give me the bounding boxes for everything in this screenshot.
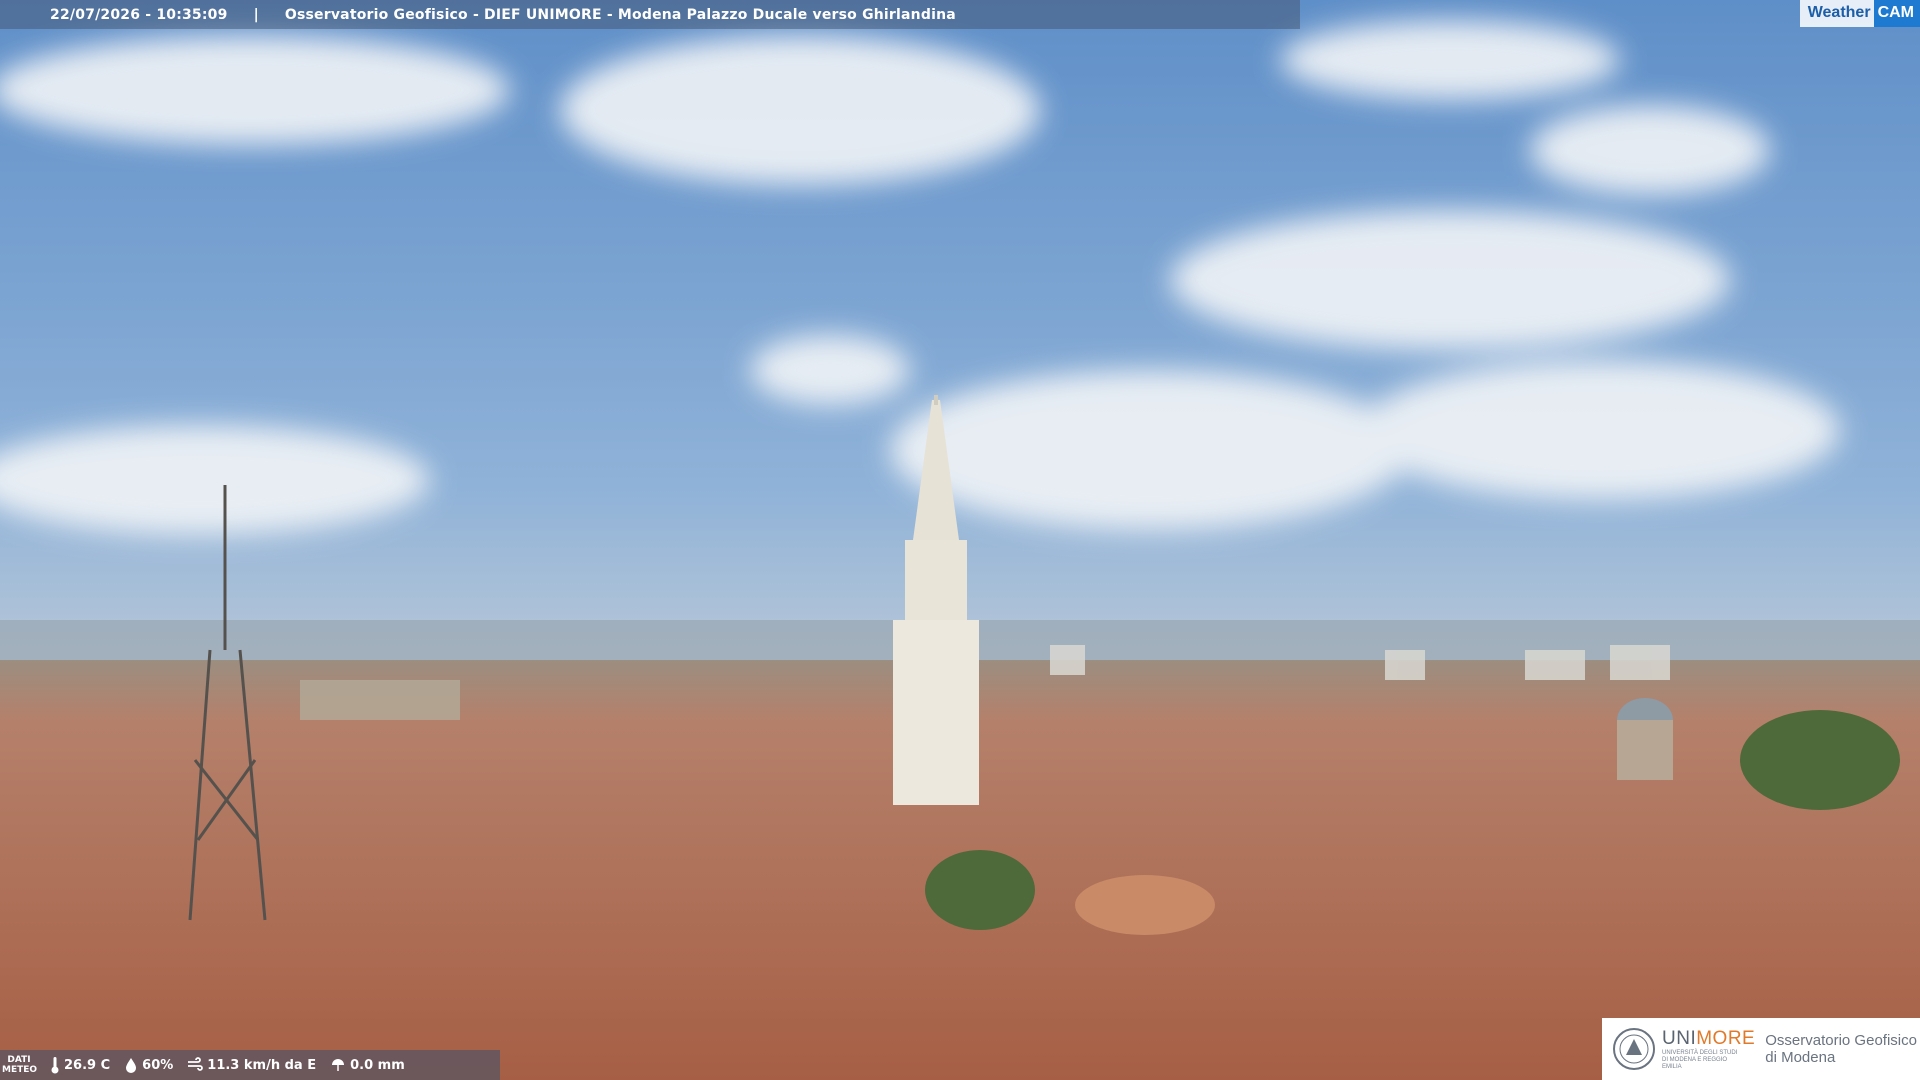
unimore-wordmark: UNIMORE UNIVERSITÀ DEGLI STUDI DI MODENA… (1662, 1028, 1755, 1071)
dome (1617, 698, 1673, 780)
rotunda (1075, 875, 1215, 935)
cam-wordmark: CAM (1873, 0, 1920, 27)
uni-suffix: MORE (1696, 1027, 1756, 1049)
temperature-reading: 26.9 C (50, 1056, 110, 1074)
camera-title: Osservatorio Geofisico - DIEF UNIMORE - … (284, 6, 956, 23)
timestamp: 22/07/2026 - 10:35:09 (50, 6, 228, 23)
weather-data-bar: DATI METEO 26.9 C 60% 11.3 km/h da E 0.0… (0, 1050, 500, 1080)
weathercam-logo[interactable]: Weather CAM (1799, 0, 1920, 27)
unimore-logo[interactable]: UNIMORE UNIVERSITÀ DEGLI STUDI DI MODENA… (1602, 1018, 1920, 1080)
wind-icon (188, 1057, 204, 1071)
university-subtitle: UNIVERSITÀ DEGLI STUDI DI MODENA E REGGI… (1662, 1049, 1738, 1070)
wind-reading: 11.3 km/h da E (187, 1057, 316, 1073)
humidity-reading: 60% (124, 1057, 173, 1073)
rain-reading: 0.0 mm (330, 1057, 405, 1073)
webcam-image (0, 0, 1920, 1080)
weather-data-label: DATI METEO (2, 1055, 38, 1075)
thermometer-icon (51, 1057, 59, 1074)
rain-icon (332, 1059, 345, 1071)
caption-separator: | (253, 6, 259, 23)
observatory-name: Osservatorio Geofisico di Modena (1765, 1032, 1917, 1066)
humidity-drop-icon (126, 1058, 137, 1073)
university-seal-icon (1613, 1028, 1655, 1070)
uni-prefix: UNI (1662, 1027, 1697, 1049)
weather-wordmark: Weather (1799, 0, 1874, 27)
camera-caption-bar: 22/07/2026 - 10:35:09 | Osservatorio Geo… (0, 0, 1300, 29)
